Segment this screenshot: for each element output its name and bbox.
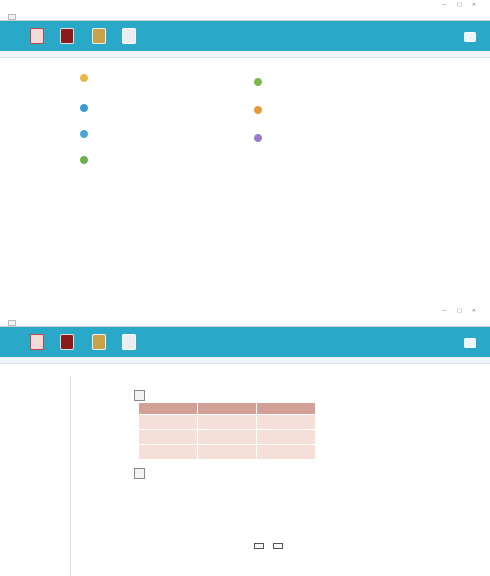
sidebar xyxy=(6,376,71,576)
table-row xyxy=(138,429,316,445)
table-cell xyxy=(138,444,198,460)
book-icon[interactable] xyxy=(60,28,74,44)
toolbar-banner xyxy=(0,21,490,51)
window-controls[interactable]: —□✕ xyxy=(442,306,486,316)
cloud-icon[interactable] xyxy=(464,32,476,42)
table-cell xyxy=(197,429,257,445)
section-header xyxy=(0,357,490,364)
option-icon xyxy=(254,106,262,114)
tab-home[interactable] xyxy=(8,14,16,20)
main-window: —□✕ xyxy=(0,0,490,276)
option-icon xyxy=(254,134,262,142)
table-cell xyxy=(197,414,257,430)
book-icon[interactable] xyxy=(60,334,74,350)
help-button[interactable] xyxy=(273,543,284,549)
cloud-icon[interactable] xyxy=(464,338,476,348)
tools-icon[interactable] xyxy=(92,28,106,44)
table-cell xyxy=(256,444,316,460)
tab-home[interactable] xyxy=(8,320,16,326)
column-header xyxy=(256,402,316,415)
column-header xyxy=(197,402,257,415)
content-panel xyxy=(130,382,340,480)
main-window-detail: —□✕ xyxy=(0,306,490,576)
document-icon[interactable] xyxy=(122,334,136,350)
option-icon xyxy=(254,78,262,86)
option-icon xyxy=(80,74,88,82)
table-cell xyxy=(256,429,316,445)
column-header xyxy=(138,402,198,415)
tools-icon[interactable] xyxy=(92,334,106,350)
title-bar: —□✕ xyxy=(0,0,490,10)
process-icon xyxy=(134,390,145,401)
shield-icon[interactable] xyxy=(30,28,44,44)
table-row xyxy=(138,444,316,460)
operating-section xyxy=(130,466,340,480)
process-table xyxy=(138,402,316,460)
document-icon[interactable] xyxy=(122,28,136,44)
table-header-row xyxy=(138,402,316,415)
table-cell xyxy=(138,414,198,430)
shield-icon[interactable] xyxy=(30,334,44,350)
button-row xyxy=(254,534,287,553)
process-section xyxy=(130,388,340,402)
window-controls[interactable]: —□✕ xyxy=(442,0,486,10)
table-cell xyxy=(197,444,257,460)
title-bar: —□✕ xyxy=(0,306,490,316)
start-button[interactable] xyxy=(254,543,264,549)
table-cell xyxy=(138,429,198,445)
option-icon xyxy=(80,130,88,138)
toolbar-banner xyxy=(0,327,490,357)
operating-icon xyxy=(134,468,145,479)
table-cell xyxy=(256,414,316,430)
option-icon xyxy=(80,104,88,112)
section-header xyxy=(0,51,490,58)
sidebar-item[interactable] xyxy=(6,403,70,406)
table-row xyxy=(138,414,316,430)
option-icon xyxy=(80,156,88,164)
